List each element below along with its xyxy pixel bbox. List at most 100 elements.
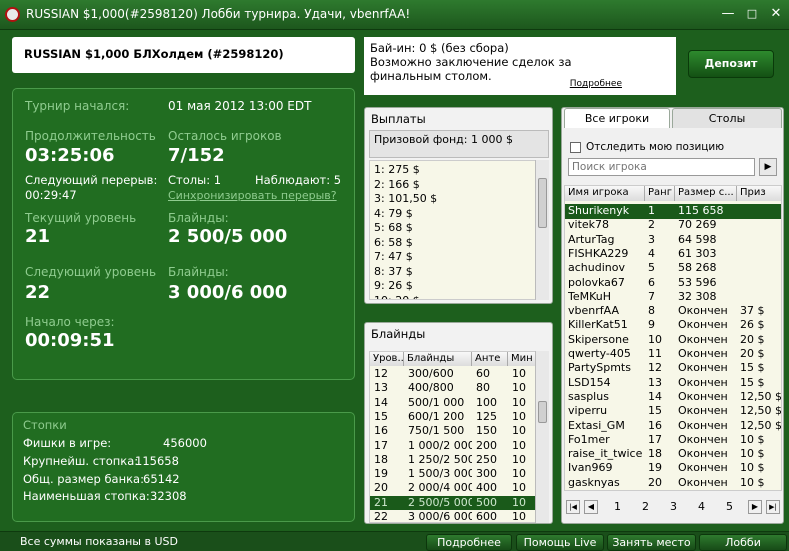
player-cell: 64 598 xyxy=(678,232,717,246)
player-cell: KillerKat51 xyxy=(568,318,628,332)
blinds-col-header[interactable]: Анте xyxy=(472,352,508,366)
blinds-col-header[interactable]: Уров... xyxy=(370,352,404,366)
player-cell: PartySpmts xyxy=(568,361,631,375)
player-row[interactable]: sasplus 14 Окончен 12,50 $ xyxy=(565,389,781,405)
blinds-col-header[interactable]: Мин xyxy=(508,352,536,366)
player-row[interactable]: raise_it_twice 18 Окончен 10 $ xyxy=(565,447,781,462)
buyin-info: Бай-ин: 0 $ (без сбора) Возможно заключе… xyxy=(364,37,676,95)
player-row[interactable]: gasknyas 20 Окончен 10 $ xyxy=(565,475,781,490)
blinds-cell: 10 xyxy=(512,495,526,509)
page-link-4[interactable]: 4 xyxy=(698,500,705,513)
player-cell: 7 xyxy=(648,289,655,303)
payout-row: 3: 101,50 $ xyxy=(374,192,438,205)
player-row[interactable]: vbenrfAA 8 Окончен 37 $ xyxy=(565,304,781,319)
player-cell: Окончен xyxy=(678,432,728,446)
player-cell: sasplus xyxy=(568,389,609,403)
buyin-more-link[interactable]: Подробнее xyxy=(570,77,622,91)
player-row[interactable]: Shurikenyk 1 115 658 xyxy=(565,204,781,219)
blinds-col-header[interactable]: Блайнды xyxy=(404,352,472,366)
blinds-cell: 80 xyxy=(476,381,490,395)
player-row[interactable]: viperru 15 Окончен 12,50 $ xyxy=(565,404,781,419)
blinds-cell: 10 xyxy=(512,438,526,452)
close-button[interactable]: ✕ xyxy=(766,4,786,24)
player-cell: 12,50 $ xyxy=(740,418,782,432)
player-row[interactable]: qwerty-405 11 Окончен 20 $ xyxy=(565,347,781,362)
next-page-button[interactable]: ▶ xyxy=(748,500,762,514)
chips-label: Фишки в игре: xyxy=(23,436,112,450)
player-cell: 10 $ xyxy=(740,461,765,475)
player-row[interactable]: Ivan969 19 Окончен 10 $ xyxy=(565,461,781,476)
players-col-header[interactable]: Размер с... xyxy=(675,186,737,201)
blinds-scrollbar[interactable] xyxy=(535,351,549,523)
blinds-cell: 10 xyxy=(512,367,526,380)
blinds-cell: 600/1 200 xyxy=(408,409,465,423)
player-cell: 20 $ xyxy=(740,347,765,360)
blinds-value: 2 500/5 000 xyxy=(168,226,288,247)
player-cell: Skipersone xyxy=(568,332,629,346)
player-row[interactable]: achudinov 5 58 268 xyxy=(565,261,781,276)
sync-break-link[interactable]: Синхронизировать перерыв? xyxy=(168,189,337,202)
tab-all-players[interactable]: Все игроки xyxy=(564,108,670,128)
lobby-button[interactable]: Лобби xyxy=(699,534,787,551)
window-title: RUSSIAN $1,000(#2598120) Лобби турнира. … xyxy=(26,7,411,21)
players-col-header[interactable]: Приз xyxy=(737,186,781,201)
buyin-line3: финальным столом. xyxy=(370,69,492,83)
players-pagination: |◀ ◀ 1 2 3 4 5 ▶ ▶| xyxy=(564,497,782,519)
player-row[interactable]: KillerKat51 9 Окончен 26 $ xyxy=(565,318,781,333)
first-page-button[interactable]: |◀ xyxy=(566,500,580,514)
blinds-row: 12 300/600 60 10 xyxy=(370,367,536,382)
player-cell: Окончен xyxy=(678,389,728,403)
page-link-1[interactable]: 1 xyxy=(614,500,621,513)
next-blinds-label: Блайнды: xyxy=(168,265,229,279)
deposit-button[interactable]: Депозит xyxy=(688,50,774,78)
player-row[interactable]: LSD154 13 Окончен 15 $ xyxy=(565,375,781,391)
player-row[interactable]: Extasi_GM 16 Окончен 12,50 $ xyxy=(565,418,782,434)
player-search-input[interactable] xyxy=(568,158,755,176)
tab-tables[interactable]: Столы xyxy=(672,108,782,128)
player-cell: 15 $ xyxy=(740,375,765,389)
largest-stack-label: Крупнейш. стопка: xyxy=(23,454,139,468)
player-row[interactable]: vitek78 2 70 269 xyxy=(565,218,781,233)
player-row[interactable]: Fo1mer 17 Окончен 10 $ xyxy=(565,432,781,448)
last-page-button[interactable]: ▶| xyxy=(766,500,780,514)
blinds-cell: 18 xyxy=(374,452,388,466)
player-cell: Окончен xyxy=(678,418,728,432)
player-row[interactable]: polovka67 6 53 596 xyxy=(565,276,781,291)
payouts-scrollbar[interactable] xyxy=(535,160,549,300)
players-table: Имя игрока Ранг Размер с... Приз Shurikenyk 1… xyxy=(564,185,782,491)
payout-row: 4: 79 $ xyxy=(374,206,413,220)
track-position-checkbox[interactable] xyxy=(570,142,581,153)
page-link-5[interactable]: 5 xyxy=(726,500,733,513)
player-cell: 5 xyxy=(648,261,655,275)
player-row[interactable]: Skipersone 10 Окончен 20 $ xyxy=(565,332,781,348)
blinds-cell: 20 xyxy=(374,481,388,495)
live-help-button[interactable]: Помощь Live xyxy=(516,534,604,551)
minimize-button[interactable]: — xyxy=(718,4,738,24)
player-row[interactable]: PartySpmts 12 Окончен 15 $ xyxy=(565,361,781,376)
prev-page-button[interactable]: ◀ xyxy=(584,500,598,514)
player-cell: 20 xyxy=(648,475,662,489)
player-row[interactable]: ArturTag 3 64 598 xyxy=(565,232,781,248)
player-cell: 17 xyxy=(648,432,662,446)
start-in-value: 00:09:51 xyxy=(25,330,115,351)
player-row[interactable]: TeMKuH 7 32 308 xyxy=(565,289,781,305)
blinds-cell: 1 500/3 000 xyxy=(408,467,472,481)
player-cell: qwerty-405 xyxy=(568,347,631,360)
blinds-cell: 300 xyxy=(476,467,497,481)
maximize-button[interactable]: □ xyxy=(742,4,762,24)
player-cell: 115 658 xyxy=(678,204,724,217)
largest-stack-value: 115658 xyxy=(135,454,179,468)
blinds-cell: 125 xyxy=(476,409,497,423)
details-button[interactable]: Подробнее xyxy=(426,534,512,551)
blinds-cell: 15 xyxy=(374,409,388,423)
player-row[interactable]: FISHKA229 4 61 303 xyxy=(565,247,781,262)
page-link-3[interactable]: 3 xyxy=(670,500,677,513)
page-link-2[interactable]: 2 xyxy=(642,500,649,513)
players-col-header[interactable]: Ранг xyxy=(645,186,675,201)
payout-row: 2: 166 $ xyxy=(374,177,420,191)
blinds-row: 13 400/800 80 10 xyxy=(370,381,536,396)
take-seat-button[interactable]: Занять место xyxy=(607,534,696,551)
player-cell: Окончен xyxy=(678,375,728,389)
search-go-button[interactable]: ▶ xyxy=(759,158,777,176)
players-col-header[interactable]: Имя игрока xyxy=(565,186,645,201)
